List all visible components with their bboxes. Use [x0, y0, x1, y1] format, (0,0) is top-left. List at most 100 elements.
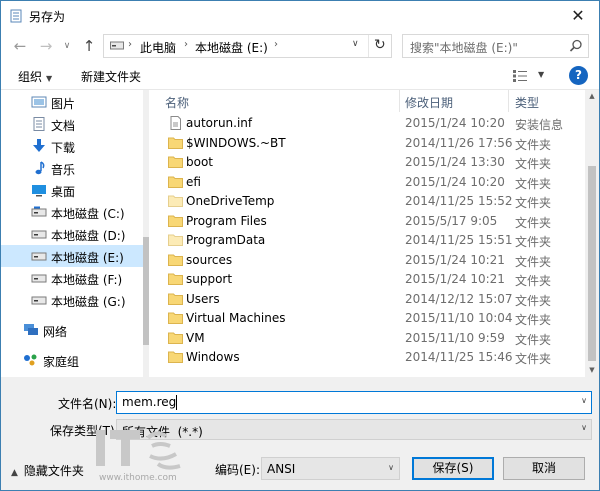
- file-name: $WINDOWS.~BT: [186, 135, 286, 150]
- file-date: 2015/5/17 9:05: [405, 213, 498, 228]
- sidebar-item-drive-d[interactable]: 本地磁盘 (D:): [1, 223, 143, 245]
- search-box[interactable]: 搜索"本地磁盘 (E:)": [402, 34, 589, 58]
- desktop-icon: [32, 185, 46, 197]
- new-folder-button[interactable]: 新建文件夹: [81, 68, 141, 85]
- file-row[interactable]: VM 2015/11/10 9:59 文件夹: [159, 329, 579, 348]
- drive-icon: [31, 206, 47, 217]
- music-icon: [35, 161, 45, 175]
- scroll-up-icon[interactable]: ▲: [585, 92, 599, 100]
- drive-icon: [110, 41, 124, 50]
- file-date: 2014/11/25 15:46: [405, 350, 513, 364]
- sidebar-item-downloads[interactable]: 下载: [1, 135, 143, 157]
- file-name: Windows: [186, 350, 240, 364]
- save-button[interactable]: 保存(S): [412, 457, 494, 480]
- caret-down-icon[interactable]: ▼: [538, 70, 544, 79]
- file-type: 文件夹: [515, 137, 552, 152]
- search-input[interactable]: 搜索"本地磁盘 (E:)": [410, 39, 518, 56]
- folder-icon-light: [168, 234, 183, 246]
- sidebar-item-network[interactable]: 网络: [1, 319, 143, 341]
- column-header-type[interactable]: 类型: [515, 94, 539, 111]
- filename-value[interactable]: mem.reg: [122, 395, 176, 409]
- folder-icon: [168, 293, 183, 305]
- folder-icon: [168, 156, 183, 168]
- breadcrumb-drive-e[interactable]: 本地磁盘 (E:): [195, 39, 268, 56]
- file-row[interactable]: autorun.inf 2015/1/24 10:20 安装信息: [159, 114, 579, 133]
- refresh-icon[interactable]: ↻: [374, 37, 386, 53]
- column-divider[interactable]: [399, 90, 400, 112]
- encoding-label: 编码(E):: [215, 463, 260, 477]
- organize-button[interactable]: 组织 ▼: [18, 68, 52, 85]
- file-row[interactable]: Program Files 2015/5/17 9:05 文件夹: [159, 212, 579, 231]
- drive-icon: [31, 252, 47, 261]
- sidebar-item-drive-f[interactable]: 本地磁盘 (F:): [1, 267, 143, 289]
- sidebar-item-music[interactable]: 音乐: [1, 157, 143, 179]
- filename-field[interactable]: mem.reg ∨: [116, 391, 592, 414]
- recent-locations-button[interactable]: ∨: [61, 37, 73, 55]
- file-date: 2015/11/10 10:04: [405, 311, 513, 325]
- file-name: Program Files: [186, 213, 267, 228]
- search-icon: [569, 39, 582, 52]
- file-row[interactable]: Users 2014/12/12 15:07 文件夹: [159, 290, 579, 309]
- sidebar-item-label: 网络: [43, 325, 68, 339]
- help-icon[interactable]: ?: [569, 66, 588, 85]
- sidebar-item-desktop[interactable]: 桌面: [1, 179, 143, 201]
- file-row[interactable]: sources 2015/1/24 10:21 文件夹: [159, 251, 579, 270]
- hide-folders-button[interactable]: ▲ 隐藏文件夹: [11, 462, 84, 479]
- address-bar[interactable]: › 此电脑 › 本地磁盘 (E:) › ∨ ↻: [103, 34, 392, 58]
- notepad-icon: [10, 9, 22, 23]
- sidebar-item-label: 本地磁盘 (E:): [51, 251, 124, 265]
- sidebar-item-documents[interactable]: 文档: [1, 113, 143, 135]
- file-name: support: [186, 272, 233, 286]
- cancel-button[interactable]: 取消: [503, 457, 585, 480]
- organize-label: 组织: [18, 70, 43, 84]
- file-row[interactable]: $WINDOWS.~BT 2014/11/26 17:56 文件夹: [159, 134, 579, 153]
- encoding-select[interactable]: ANSI ∨: [261, 457, 400, 480]
- sidebar-item-drive-c[interactable]: 本地磁盘 (C:): [1, 201, 143, 223]
- breadcrumb-this-pc[interactable]: 此电脑: [140, 39, 176, 56]
- view-options-icon[interactable]: [513, 70, 527, 82]
- breadcrumb-separator: ›: [184, 39, 188, 50]
- file-name: OneDriveTemp: [186, 194, 275, 208]
- file-name: ProgramData: [186, 233, 266, 247]
- close-button[interactable]: ✕: [565, 3, 591, 29]
- file-date: 2014/11/25 15:52: [405, 194, 513, 208]
- sidebar-item-label: 下载: [51, 141, 76, 155]
- file-row[interactable]: Windows 2014/11/25 15:46 文件夹: [159, 348, 579, 367]
- chevron-down-icon[interactable]: ∨: [352, 39, 359, 49]
- up-button[interactable]: ↑: [80, 36, 98, 56]
- file-name: Users: [186, 291, 220, 306]
- watermark-url: www.ithome.com: [99, 473, 177, 483]
- toolbar: 组织 ▼ 新建文件夹 ▼ ?: [1, 63, 599, 89]
- file-row[interactable]: support 2015/1/24 10:21 文件夹: [159, 270, 579, 289]
- scroll-down-icon[interactable]: ▼: [585, 366, 599, 374]
- sidebar-item-drive-e[interactable]: 本地磁盘 (E:): [1, 245, 143, 267]
- forward-button[interactable]: →: [37, 37, 55, 55]
- file-row[interactable]: OneDriveTemp 2014/11/25 15:52 文件夹: [159, 192, 579, 211]
- file-list: 名称 ^ 修改日期 类型 autorun.inf 2015/1/24 10:20…: [149, 90, 585, 377]
- chevron-down-icon[interactable]: ∨: [581, 396, 587, 405]
- file-type: 文件夹: [515, 196, 552, 210]
- file-row[interactable]: Virtual Machines 2015/11/10 10:04 文件夹: [159, 309, 579, 328]
- folder-icon: [168, 332, 183, 344]
- file-date: 2015/1/24 10:20: [405, 174, 505, 189]
- sidebar-item-pictures[interactable]: 图片: [1, 91, 143, 113]
- file-type: 文件夹: [515, 215, 552, 230]
- file-date: 2015/1/24 13:30: [405, 155, 505, 169]
- file-row[interactable]: boot 2015/1/24 13:30 文件夹: [159, 153, 579, 172]
- file-name: efi: [186, 174, 201, 189]
- back-button[interactable]: ←: [11, 37, 29, 55]
- file-type: 文件夹: [515, 235, 552, 249]
- filetype-select[interactable]: 所有文件 (*.*) ∨: [116, 419, 592, 440]
- sidebar-item-homegroup[interactable]: 家庭组: [1, 349, 143, 371]
- column-header-name[interactable]: 名称: [165, 94, 189, 111]
- file-row[interactable]: ProgramData 2014/11/25 15:51 文件夹: [159, 231, 579, 250]
- column-divider[interactable]: [508, 90, 509, 112]
- file-row[interactable]: efi 2015/1/24 10:20 文件夹: [159, 173, 579, 192]
- file-list-scrollbar-thumb[interactable]: [588, 166, 596, 361]
- file-name: sources: [186, 252, 233, 267]
- save-as-dialog: 另存为 ✕ ← → ∨ ↑ › 此电脑 › 本地磁盘 (E:) › ∨ ↻ 搜索…: [0, 0, 600, 491]
- sidebar-item-drive-g[interactable]: 本地磁盘 (G:): [1, 289, 143, 311]
- file-date: 2015/11/10 9:59: [405, 330, 505, 345]
- sidebar-item-label: 图片: [51, 97, 76, 111]
- column-header-date[interactable]: 修改日期: [405, 94, 453, 111]
